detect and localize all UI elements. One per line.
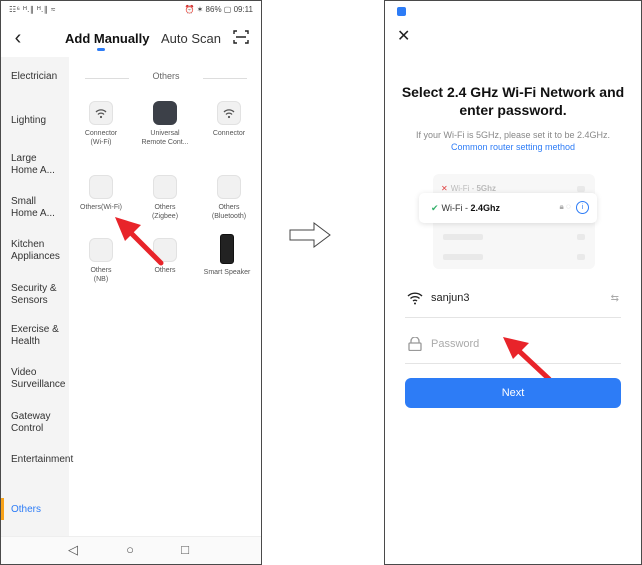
device-label: Connector (Wi-Fi) [84, 130, 118, 146]
sidebar-item-lighting[interactable]: Lighting [11, 115, 69, 127]
device-connector-wifi[interactable]: Connector (Wi-Fi) [69, 101, 133, 147]
blank-device-icon [89, 175, 113, 199]
scan-icon[interactable] [233, 29, 249, 45]
battery-time-status: ⏰ ✶ 86% ▢ 09:11 [184, 5, 253, 14]
tab-add-manually[interactable]: Add Manually [65, 31, 150, 46]
sidebar-item-small-home[interactable]: Small Home A... [11, 196, 55, 220]
close-icon[interactable]: ✕ [397, 29, 413, 45]
switch-network-icon[interactable]: ⇆ [611, 293, 619, 304]
nav-home-icon[interactable]: ○ [122, 542, 138, 558]
device-label: Universal Remote Cont... [141, 130, 189, 146]
router-help-link[interactable]: Common router setting method [451, 142, 575, 152]
sidebar-item-electrician[interactable]: Electrician [11, 71, 69, 83]
back-icon[interactable]: ‹ [7, 27, 29, 49]
transition-arrow-icon [289, 222, 331, 248]
sidebar-item-gateway[interactable]: Gateway Control [11, 411, 55, 435]
wifi-name-value: sanjun3 [431, 292, 470, 304]
active-category-marker [1, 498, 4, 520]
device-smart-speaker[interactable]: Smart Speaker [195, 234, 259, 277]
section-header: Others [81, 71, 251, 85]
sidebar-item-security[interactable]: Security & Sensors [11, 283, 59, 307]
device-label: Others(Wi-Fi) [80, 204, 122, 211]
password-placeholder: Password [431, 338, 480, 350]
wifi-signal-icon: ◌ [566, 202, 571, 211]
tab-underline [97, 48, 105, 51]
sidebar-item-kitchen[interactable]: Kitchen Appliances [11, 239, 67, 263]
left-phone-screen: ☷⁶ ᴴ.∥ ᴴ.∥ ≈ ⏰ ✶ 86% ▢ 09:11 ‹ Add Manua… [0, 0, 262, 565]
speaker-icon [220, 234, 234, 264]
sidebar-item-exercise[interactable]: Exercise & Health [11, 324, 59, 348]
right-phone-screen: ✕ Select 2.4 GHz Wi-Fi Network and enter… [384, 0, 642, 565]
sidebar-item-others[interactable]: Others [11, 504, 69, 516]
wifi-name-field[interactable]: sanjun3 ⇆ [405, 281, 621, 318]
signal-status: ☷⁶ ᴴ.∥ ᴴ.∥ ≈ [9, 5, 56, 14]
wifi-icon [407, 292, 423, 305]
sidebar-item-entertainment[interactable]: Entertainment [11, 454, 73, 466]
remote-icon [153, 101, 177, 125]
lock-icon: 🔒︎ [559, 202, 564, 211]
nav-back-icon[interactable]: ◁ [65, 542, 81, 558]
annotation-arrow-icon [115, 217, 164, 266]
cross-icon: ✕ [441, 184, 448, 193]
check-icon: ✔ [431, 203, 439, 213]
lock-icon [408, 337, 422, 351]
nav-recents-icon[interactable]: □ [177, 542, 193, 558]
blank-device-icon [217, 175, 241, 199]
info-icon: i [576, 201, 589, 214]
wifi-24-row: ✔ Wi-Fi - 2.4Ghz 🔒︎ ◌ i [419, 193, 597, 223]
sidebar-item-video[interactable]: Video Surveillance [11, 367, 65, 391]
page-title: Select 2.4 GHz Wi-Fi Network and enter p… [401, 84, 625, 118]
device-others-wifi[interactable]: Others(Wi-Fi) [69, 175, 133, 212]
android-nav-bar: ◁ ○ □ [1, 536, 261, 564]
status-bar: ☷⁶ ᴴ.∥ ᴴ.∥ ≈ ⏰ ✶ 86% ▢ 09:11 [9, 5, 253, 19]
page-description: If your Wi-Fi is 5GHz, please set it to … [415, 130, 611, 152]
wifi-icon [89, 101, 113, 125]
device-label: Smart Speaker [203, 269, 251, 276]
device-connector[interactable]: Connector [197, 101, 261, 138]
section-title: Others [152, 71, 180, 81]
wifi-5g-row: ✕ Wi-Fi - 5Ghz [441, 184, 497, 193]
tab-auto-scan[interactable]: Auto Scan [161, 31, 221, 46]
device-label: Others (Bluetooth) [211, 204, 247, 220]
wifi-icon [217, 101, 241, 125]
device-others-bluetooth[interactable]: Others (Bluetooth) [197, 175, 261, 221]
device-label: Connector [212, 130, 246, 137]
device-universal-remote[interactable]: Universal Remote Cont... [133, 101, 197, 147]
top-bar: ‹ Add Manually Auto Scan [1, 25, 261, 53]
blank-device-icon [153, 175, 177, 199]
next-button[interactable]: Next [405, 378, 621, 408]
sidebar-item-large-home[interactable]: Large Home A... [11, 153, 55, 177]
app-notification-icon [397, 7, 406, 16]
